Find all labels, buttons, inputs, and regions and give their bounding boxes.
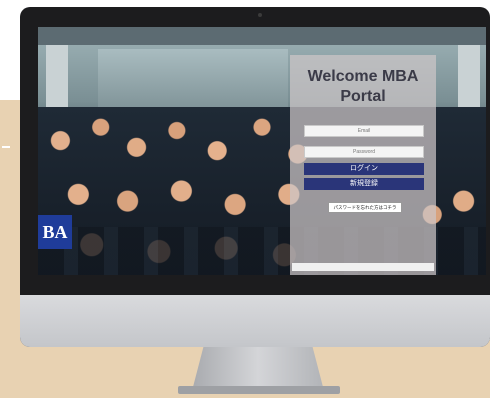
monitor-stand (193, 347, 323, 387)
login-panel: Welcome MBA Portal Email Password ログイン 新… (290, 55, 436, 275)
register-button[interactable]: 新規登録 (304, 178, 424, 190)
forgot-password-link[interactable]: パスワードを忘れた方はコチラ (328, 202, 402, 213)
password-field[interactable]: Password (304, 146, 424, 158)
portal-title: Welcome MBA Portal (290, 67, 436, 107)
mba-sign: BA (38, 215, 72, 249)
camera-dot-icon (258, 13, 262, 17)
monitor-screen: BA Welcome MBA Portal Email Password ログイ… (38, 27, 486, 275)
portal-title-line1: Welcome MBA (307, 68, 419, 85)
building-roof (38, 27, 486, 45)
monitor-chin (20, 295, 490, 347)
monitor-stand-base (178, 386, 340, 394)
portal-title-line2: Portal (340, 88, 386, 105)
login-button[interactable]: ログイン (304, 163, 424, 175)
email-field[interactable]: Email (304, 125, 424, 137)
decorative-dash (2, 146, 10, 148)
panel-footer (292, 263, 434, 271)
